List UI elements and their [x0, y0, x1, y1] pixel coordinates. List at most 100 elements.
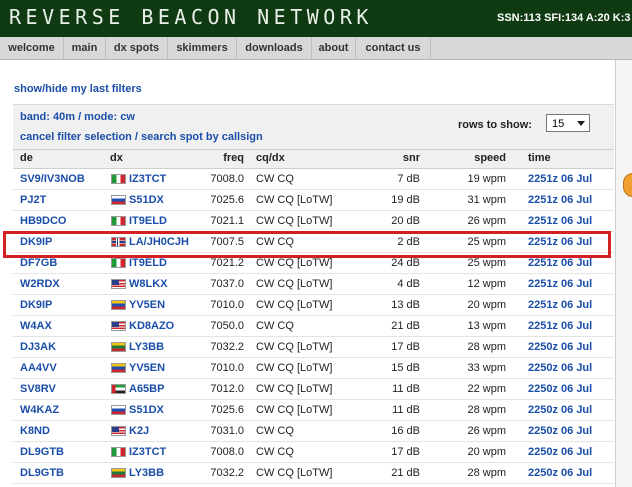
site-brand: REVERSE BEACON NETWORK: [9, 5, 373, 29]
de-callsign-link[interactable]: W4KAZ: [20, 404, 59, 416]
time-link[interactable]: 2251z 06 Jul: [528, 173, 592, 185]
table-row: AA4VV YV5EN 7010.0 CW CQ [LoTW] 15 dB 33 wpm 2…: [13, 358, 614, 379]
speed-cell: 26 wpm: [467, 215, 506, 227]
rows-to-show-label: rows to show:: [458, 119, 532, 131]
time-link[interactable]: 2251z 06 Jul: [528, 257, 592, 269]
show-hide-filters-link[interactable]: show/hide my last filters: [14, 83, 142, 95]
nav-welcome[interactable]: welcome: [0, 37, 64, 59]
chevron-down-icon: [577, 121, 585, 126]
time-link[interactable]: 2250z 06 Jul: [528, 425, 592, 437]
side-panel-button[interactable]: [623, 173, 632, 197]
col-dx: dx: [110, 152, 123, 164]
table-row: HB9DCO IT9ELD 7021.1 CW CQ [LoTW] 20 dB 26 wp…: [13, 211, 614, 232]
time-link[interactable]: 2251z 06 Jul: [528, 299, 592, 311]
speed-cell: 20 wpm: [467, 446, 506, 458]
time-link[interactable]: 2250z 06 Jul: [528, 446, 592, 458]
dx-callsign-link[interactable]: W8LKX: [129, 278, 168, 290]
time-link[interactable]: 2250z 06 Jul: [528, 362, 592, 374]
freq-cell: 7025.6: [210, 194, 244, 206]
dx-callsign-link[interactable]: S51DX: [129, 404, 164, 416]
time-link[interactable]: 2250z 06 Jul: [528, 467, 592, 479]
table-row: DK9IP YV5EN 7010.0 CW CQ [LoTW] 13 dB 20 wpm 2…: [13, 295, 614, 316]
dx-callsign-link[interactable]: K2J: [129, 425, 149, 437]
rows-to-show-select[interactable]: 15: [546, 114, 590, 132]
dx-callsign-link[interactable]: IZ3TCT: [129, 173, 166, 185]
col-cq-dx: cq/dx: [256, 152, 285, 164]
freq-cell: 7008.0: [210, 173, 244, 185]
cq-dx-cell: CW CQ: [256, 320, 294, 332]
nav-dx-spots[interactable]: dx spots: [106, 37, 168, 59]
de-callsign-link[interactable]: DL9GTB: [20, 446, 64, 458]
dx-callsign-link[interactable]: IT9ELD: [129, 257, 167, 269]
time-link[interactable]: 2251z 06 Jul: [528, 215, 592, 227]
dx-callsign-link[interactable]: YV5EN: [129, 362, 165, 374]
de-callsign-link[interactable]: SV9/IV3NOB: [20, 173, 85, 185]
de-callsign-link[interactable]: HB9DCO: [20, 215, 66, 227]
de-callsign-link[interactable]: DF7GB: [20, 257, 57, 269]
freq-cell: 7037.0: [210, 278, 244, 290]
dx-callsign-link[interactable]: YV5EN: [129, 299, 165, 311]
time-link[interactable]: 2250z 06 Jul: [528, 404, 592, 416]
table-row: W2RDX W8LKX 7037.0 CW CQ [LoTW] 4 dB 12 wpm 22…: [13, 274, 614, 295]
de-callsign-link[interactable]: W2RDX: [20, 278, 60, 290]
dx-callsign-link[interactable]: IZ3TCT: [129, 446, 166, 458]
freq-cell: 7032.2: [210, 341, 244, 353]
table-row: W4KAZ S51DX 7025.6 CW CQ [LoTW] 11 dB 28 wpm 2…: [13, 400, 614, 421]
speed-cell: 26 wpm: [467, 425, 506, 437]
freq-cell: 7050.0: [210, 320, 244, 332]
de-callsign-link[interactable]: PJ2T: [20, 194, 46, 206]
cq-dx-cell: CW CQ: [256, 425, 294, 437]
dx-callsign-link[interactable]: KD8AZO: [129, 320, 174, 332]
nav-skimmers[interactable]: skimmers: [168, 37, 237, 59]
col-freq: freq: [223, 152, 244, 164]
solar-conditions: SSN:113 SFI:134 A:20 K:3 c: [497, 12, 632, 24]
main-nav: welcome main dx spots skimmers downloads…: [0, 37, 632, 60]
band-mode-filter-link[interactable]: band: 40m / mode: cw: [20, 111, 135, 123]
snr-cell: 7 dB: [397, 173, 420, 185]
spots-table-header: [13, 149, 614, 169]
speed-cell: 19 wpm: [467, 173, 506, 185]
dx-callsign-link[interactable]: A65BP: [129, 383, 164, 395]
table-row: K8ND K2J 7031.0 CW CQ 16 dB 26 wpm 2250z 06 Ju…: [13, 421, 614, 442]
de-callsign-link[interactable]: SV8RV: [20, 383, 56, 395]
cancel-search-link[interactable]: cancel filter selection / search spot by…: [20, 131, 263, 143]
country-flag-icon: [111, 216, 126, 226]
time-link[interactable]: 2251z 06 Jul: [528, 194, 592, 206]
dx-callsign-link[interactable]: LY3BB: [129, 341, 164, 353]
de-callsign-link[interactable]: AA4VV: [20, 362, 57, 374]
de-callsign-link[interactable]: DL9GTB: [20, 467, 64, 479]
time-link[interactable]: 2251z 06 Jul: [528, 278, 592, 290]
nav-main[interactable]: main: [64, 37, 106, 59]
col-speed: speed: [474, 152, 506, 164]
cq-dx-cell: CW CQ [LoTW]: [256, 362, 333, 374]
time-link[interactable]: 2251z 06 Jul: [528, 320, 592, 332]
de-callsign-link[interactable]: K8ND: [20, 425, 50, 437]
speed-cell: 20 wpm: [467, 299, 506, 311]
freq-cell: 7021.2: [210, 257, 244, 269]
country-flag-icon: [111, 258, 126, 268]
cq-dx-cell: CW CQ [LoTW]: [256, 194, 333, 206]
dx-callsign-link[interactable]: LY3BB: [129, 467, 164, 479]
dx-callsign-link[interactable]: IT9ELD: [129, 215, 167, 227]
cq-dx-cell: CW CQ [LoTW]: [256, 299, 333, 311]
rows-to-show-value: 15: [552, 118, 565, 130]
country-flag-icon: [111, 405, 126, 415]
country-flag-icon: [111, 384, 126, 394]
table-row: DL9GTB IZ3TCT 7008.0 CW CQ 17 dB 20 wpm 2250z …: [13, 442, 614, 463]
time-link[interactable]: 2250z 06 Jul: [528, 341, 592, 353]
nav-about[interactable]: about: [312, 37, 356, 59]
nav-contact-us[interactable]: contact us: [356, 37, 431, 59]
snr-cell: 24 dB: [391, 257, 420, 269]
country-flag-icon: [111, 195, 126, 205]
de-callsign-link[interactable]: DJ3AK: [20, 341, 56, 353]
nav-downloads[interactable]: downloads: [237, 37, 312, 59]
snr-cell: 16 dB: [391, 425, 420, 437]
de-callsign-link[interactable]: W4AX: [20, 320, 52, 332]
dx-callsign-link[interactable]: S51DX: [129, 194, 164, 206]
country-flag-icon: [111, 468, 126, 478]
de-callsign-link[interactable]: DK9IP: [20, 299, 52, 311]
cq-dx-cell: CW CQ [LoTW]: [256, 278, 333, 290]
cq-dx-cell: CW CQ [LoTW]: [256, 467, 333, 479]
snr-cell: 20 dB: [391, 215, 420, 227]
time-link[interactable]: 2250z 06 Jul: [528, 383, 592, 395]
